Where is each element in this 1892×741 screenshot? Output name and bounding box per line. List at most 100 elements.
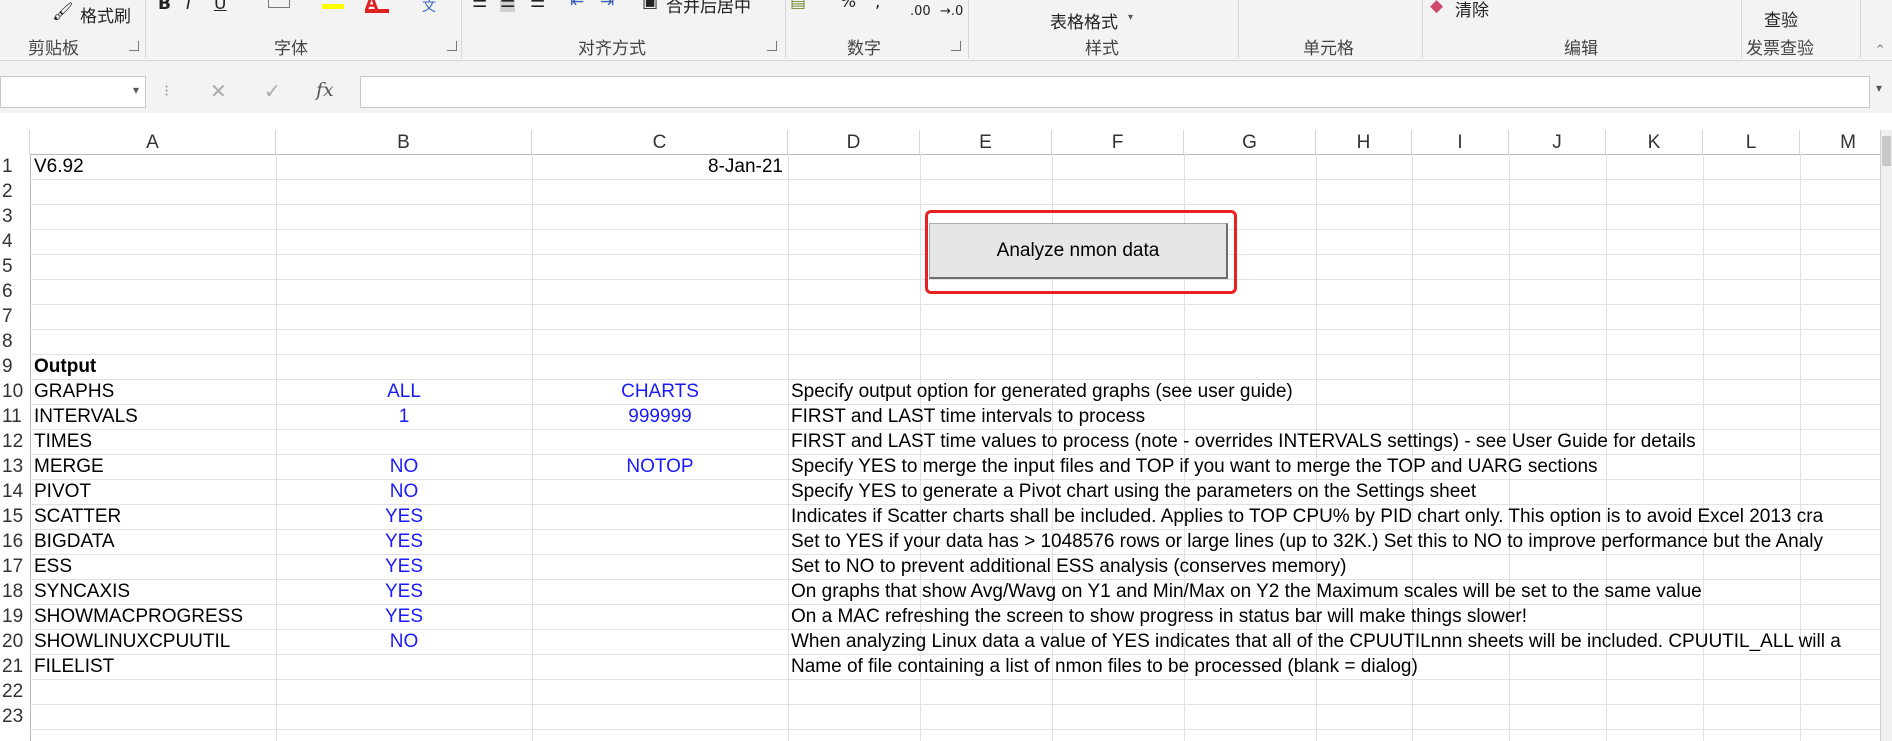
cell-d20[interactable]: When analyzing Linux data a value of YES… <box>791 629 1880 654</box>
cell-d13[interactable]: Specify YES to merge the input files and… <box>791 454 1598 479</box>
row-header[interactable]: 7 <box>0 304 30 329</box>
cancel-icon[interactable]: ✕ <box>210 79 227 103</box>
cell-a1[interactable]: V6.92 <box>34 154 84 179</box>
increase-indent-icon[interactable]: ⇥ <box>600 0 614 12</box>
row-header[interactable]: 13 <box>0 454 30 479</box>
cell-b15[interactable]: YES <box>276 504 532 529</box>
formula-input[interactable] <box>360 76 1870 108</box>
row-header[interactable]: 2 <box>0 179 30 204</box>
cell-b11[interactable]: 1 <box>276 404 532 429</box>
cell-d21[interactable]: Name of file containing a list of nmon f… <box>791 654 1418 679</box>
row-header[interactable]: 6 <box>0 279 30 304</box>
cell-c13[interactable]: NOTOP <box>532 454 788 479</box>
row-header[interactable]: 19 <box>0 604 30 629</box>
border-icon[interactable] <box>268 0 290 8</box>
row-header[interactable]: 9 <box>0 354 30 379</box>
column-header-j[interactable]: J <box>1509 130 1606 154</box>
row-header[interactable]: 23 <box>0 704 30 729</box>
cell-a14[interactable]: PIVOT <box>34 479 91 504</box>
decrease-decimal-button[interactable]: →.0 <box>940 4 963 19</box>
row-header[interactable]: 4 <box>0 229 30 254</box>
row-header[interactable]: 17 <box>0 554 30 579</box>
cell-a18[interactable]: SYNCAXIS <box>34 579 130 604</box>
row-header[interactable]: 20 <box>0 629 30 654</box>
cell-b14[interactable]: NO <box>276 479 532 504</box>
merge-center-button[interactable]: 合并后居中 <box>666 0 751 17</box>
alignment-launcher-icon[interactable] <box>767 41 777 51</box>
cell-a21[interactable]: FILELIST <box>34 654 114 679</box>
cell-d12[interactable]: FIRST and LAST time values to process (n… <box>791 429 1696 454</box>
expand-formula-bar-icon[interactable]: ▾ <box>1876 81 1882 95</box>
clipboard-launcher-icon[interactable] <box>129 41 139 51</box>
cell-a10[interactable]: GRAPHS <box>34 379 114 404</box>
insert-function-icon[interactable]: fx <box>316 79 334 101</box>
decrease-indent-icon[interactable]: ⇤ <box>570 0 584 12</box>
format-painter-button[interactable]: 格式刷 <box>80 2 131 27</box>
row-header[interactable]: 14 <box>0 479 30 504</box>
format-as-table-button[interactable]: 表格格式 <box>1050 8 1118 33</box>
align-center-icon[interactable]: ☰ <box>500 0 516 12</box>
column-header-d[interactable]: D <box>788 130 920 154</box>
column-header-c[interactable]: C <box>532 130 788 154</box>
phonetic-guide-button[interactable]: 文 <box>422 0 436 16</box>
column-header-m[interactable]: M <box>1800 130 1892 154</box>
row-header[interactable]: 21 <box>0 654 30 679</box>
column-header-b[interactable]: B <box>276 130 532 154</box>
increase-decimal-button[interactable]: .00 <box>910 4 931 19</box>
row-header[interactable]: 10 <box>0 379 30 404</box>
cell-b18[interactable]: YES <box>276 579 532 604</box>
cell-a11[interactable]: INTERVALS <box>34 404 138 429</box>
cell-a12[interactable]: TIMES <box>34 429 92 454</box>
analyze-nmon-data-button[interactable]: Analyze nmon data <box>929 223 1228 279</box>
comma-style-button[interactable]: , <box>875 0 880 12</box>
column-header-g[interactable]: G <box>1184 130 1316 154</box>
row-header[interactable]: 18 <box>0 579 30 604</box>
cell-d15[interactable]: Indicates if Scatter charts shall be inc… <box>791 504 1880 529</box>
column-header-e[interactable]: E <box>920 130 1052 154</box>
cell-b20[interactable]: NO <box>276 629 532 654</box>
scrollbar-thumb[interactable] <box>1882 136 1891 166</box>
select-all-corner[interactable] <box>0 130 30 154</box>
enter-icon[interactable]: ✓ <box>264 79 281 103</box>
bold-button[interactable]: B <box>158 0 171 14</box>
row-header[interactable]: 16 <box>0 529 30 554</box>
cell-b19[interactable]: YES <box>276 604 532 629</box>
fill-color-button[interactable] <box>322 0 344 9</box>
invoice-check-button[interactable]: 查验 <box>1764 6 1798 31</box>
cell-b17[interactable]: YES <box>276 554 532 579</box>
cell-b13[interactable]: NO <box>276 454 532 479</box>
column-header-i[interactable]: I <box>1412 130 1509 154</box>
cell-c11[interactable]: 999999 <box>532 404 788 429</box>
column-header-l[interactable]: L <box>1703 130 1800 154</box>
cell-a9[interactable]: Output <box>34 354 96 379</box>
cell-d14[interactable]: Specify YES to generate a Pivot chart us… <box>791 479 1476 504</box>
underline-button[interactable]: U <box>214 0 226 14</box>
italic-button[interactable]: I <box>186 0 191 14</box>
cell-d18[interactable]: On graphs that show Avg/Wavg on Y1 and M… <box>791 579 1702 604</box>
number-launcher-icon[interactable] <box>951 41 961 51</box>
cell-d19[interactable]: On a MAC refreshing the screen to show p… <box>791 604 1527 629</box>
cell-a17[interactable]: ESS <box>34 554 72 579</box>
cell-b16[interactable]: YES <box>276 529 532 554</box>
cell-d17[interactable]: Set to NO to prevent additional ESS anal… <box>791 554 1346 579</box>
accounting-format-icon[interactable]: ▤ <box>790 0 806 12</box>
cell-a16[interactable]: BIGDATA <box>34 529 115 554</box>
align-right-icon[interactable]: ☰ <box>530 0 545 12</box>
align-left-icon[interactable]: ☰ <box>472 0 487 12</box>
column-header-k[interactable]: K <box>1606 130 1703 154</box>
cell-d16[interactable]: Set to YES if your data has > 1048576 ro… <box>791 529 1880 554</box>
row-header[interactable]: 1 <box>0 154 30 179</box>
row-header[interactable]: 5 <box>0 254 30 279</box>
row-header[interactable]: 22 <box>0 679 30 704</box>
cell-d10[interactable]: Specify output option for generated grap… <box>791 379 1293 404</box>
row-header[interactable]: 15 <box>0 504 30 529</box>
cell-d11[interactable]: FIRST and LAST time intervals to process <box>791 404 1145 429</box>
name-box[interactable]: ▾ <box>0 76 146 108</box>
row-header[interactable]: 11 <box>0 404 30 429</box>
cell-a20[interactable]: SHOWLINUXCPUUTIL <box>34 629 230 654</box>
column-header-a[interactable]: A <box>30 130 276 154</box>
cell-b10[interactable]: ALL <box>276 379 532 404</box>
chevron-down-icon[interactable]: ▾ <box>133 83 139 97</box>
clear-button[interactable]: 清除 <box>1455 0 1489 21</box>
column-header-f[interactable]: F <box>1052 130 1184 154</box>
